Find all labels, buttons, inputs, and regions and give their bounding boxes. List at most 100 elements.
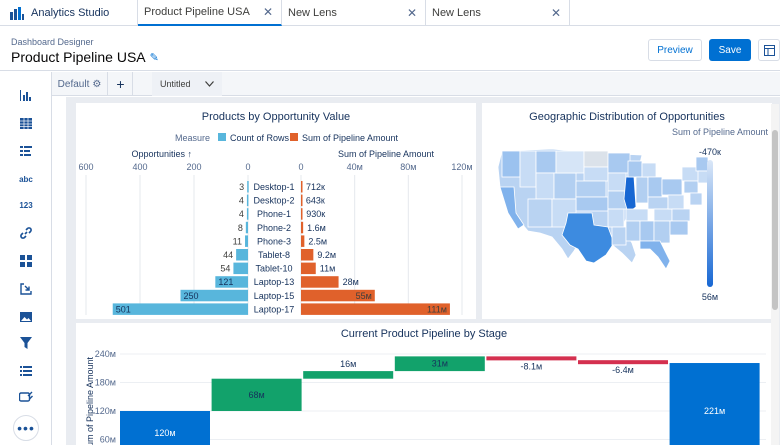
category-label: Phone-3 [257, 236, 291, 246]
count-bar [246, 208, 249, 220]
y-tick-label: 120м [95, 406, 116, 416]
sum-data-label: 28м [343, 277, 359, 287]
count-bar [236, 249, 248, 261]
text-icon[interactable]: abc [16, 170, 36, 188]
products-chart-widget[interactable]: Products by Opportunity Value Measure Cou… [76, 103, 476, 319]
sum-data-label: 643к [306, 196, 325, 206]
widget-toolbar: abc 123 ••• [0, 72, 52, 445]
count-data-label: 44 [223, 250, 233, 260]
y-tick-label: 60м [100, 435, 116, 445]
add-page-button[interactable]: + [109, 72, 133, 96]
dashboard-canvas: Products by Opportunity Value Measure Cou… [66, 97, 780, 445]
sum-data-label: 712к [306, 182, 325, 192]
more-options-button[interactable]: ••• [13, 415, 39, 441]
filter-icon[interactable] [16, 334, 36, 352]
image-icon[interactable] [16, 308, 36, 326]
map-legend-max: -470к [699, 147, 721, 157]
count-bar [245, 235, 248, 247]
category-label: Laptop-15 [254, 291, 295, 301]
legend-label-count: Count of Rows [230, 133, 290, 143]
y-tick-label: 180м [95, 378, 116, 388]
waterfall-data-label: 68м [248, 390, 264, 400]
map-states [497, 148, 711, 270]
category-label: Tablet-8 [258, 250, 290, 260]
close-icon[interactable]: ✕ [551, 6, 561, 20]
count-data-label: 8 [238, 223, 243, 233]
table-icon[interactable] [16, 114, 36, 132]
right-tick-label: 0 [298, 162, 303, 172]
count-data-label: 4 [239, 196, 244, 206]
waterfall-data-label: 31м [432, 359, 448, 369]
app-name: Analytics Studio [31, 7, 110, 19]
tab-product-pipeline[interactable]: Product Pipeline USA ✕ [138, 0, 282, 26]
map-widget[interactable]: Geographic Distribution of Opportunities [482, 103, 772, 319]
link-icon[interactable] [16, 224, 36, 242]
list-filter-icon[interactable] [16, 362, 36, 380]
close-icon[interactable]: ✕ [407, 6, 417, 20]
tab-new-lens-2[interactable]: New Lens ✕ [426, 0, 570, 26]
page-default-label: Default [57, 78, 90, 90]
sum-data-label: 111м [427, 304, 447, 314]
app-launcher[interactable]: Analytics Studio [0, 0, 138, 26]
sum-data-label: 55м [356, 291, 372, 301]
list-icon[interactable] [16, 142, 36, 160]
category-label: Desktop-1 [253, 182, 294, 192]
page-title: Product Pipeline USA ✎ [11, 49, 159, 65]
save-button[interactable]: Save [709, 39, 751, 61]
tab-label: New Lens [432, 7, 481, 19]
category-label: Tablet-10 [255, 264, 292, 274]
sum-bar [301, 276, 339, 288]
page-selector-label: Untitled [160, 79, 191, 89]
dashboard-title[interactable]: Product Pipeline USA [11, 49, 146, 65]
page-bar: Default ⚙ + Untitled [52, 72, 780, 96]
legend-swatch-count [218, 133, 226, 141]
analytics-logo-icon [10, 6, 24, 20]
legend-label-sum: Sum of Pipeline Amount [302, 133, 399, 143]
gear-icon[interactable]: ⚙ [92, 79, 101, 90]
pencil-icon[interactable]: ✎ [150, 51, 159, 64]
preview-button[interactable]: Preview [648, 39, 702, 61]
count-bar [233, 262, 248, 275]
right-tick-label: 120м [451, 162, 472, 172]
count-data-label: 11 [233, 236, 242, 246]
waterfall-chart: Sum of Pipeline Amount240м 180м 120м 60м 120… [85, 349, 766, 445]
products-chart: Measure Count of Rows Sum of Pipeline Amou… [78, 133, 473, 315]
close-icon[interactable]: ✕ [263, 5, 273, 19]
number-icon[interactable]: 123 [16, 196, 36, 214]
count-data-label: 54 [220, 264, 230, 274]
category-label: Laptop-13 [254, 277, 295, 287]
category-label: Phone-2 [257, 223, 291, 233]
sum-bar [301, 249, 314, 261]
map-legend-min: 56м [702, 292, 718, 302]
waterfall-bar [303, 371, 394, 379]
legend-swatch-sum [290, 133, 298, 141]
y-tick-label: 240м [95, 349, 116, 359]
page-tab-default[interactable]: Default ⚙ [52, 72, 108, 96]
edit-tag-icon[interactable] [16, 388, 36, 406]
import-icon[interactable] [16, 280, 36, 298]
tab-new-lens-1[interactable]: New Lens ✕ [282, 0, 426, 26]
count-data-label: 250 [184, 291, 199, 301]
count-data-label: 121 [218, 277, 233, 287]
count-bar [247, 181, 249, 193]
sum-bar [301, 221, 304, 234]
left-axis-header: Opportunities ↑ [131, 149, 192, 159]
scrollbar-thumb[interactable] [772, 130, 778, 310]
sum-bar [301, 194, 303, 207]
dashboard-properties-button[interactable] [758, 39, 780, 61]
canvas-scrollbar[interactable] [771, 104, 779, 445]
grid-icon[interactable] [16, 252, 36, 270]
left-tick-label: 400 [132, 162, 147, 172]
category-label: Desktop-2 [253, 196, 294, 206]
right-axis-header: Sum of Pipeline Amount [338, 149, 435, 159]
legend-title: Measure [175, 133, 210, 143]
pipeline-stage-widget[interactable]: Current Product Pipeline by Stage Sum of… [76, 323, 772, 445]
count-data-label: 4 [239, 209, 244, 219]
sum-data-label: 2.5м [308, 236, 327, 246]
bar-chart-icon[interactable] [16, 86, 36, 104]
sum-data-label: 930к [306, 209, 325, 219]
dashboard-header: Dashboard Designer Product Pipeline USA … [0, 26, 780, 71]
sum-bar [301, 208, 303, 220]
left-tick-label: 0 [245, 162, 250, 172]
page-selector[interactable]: Untitled [152, 72, 222, 96]
